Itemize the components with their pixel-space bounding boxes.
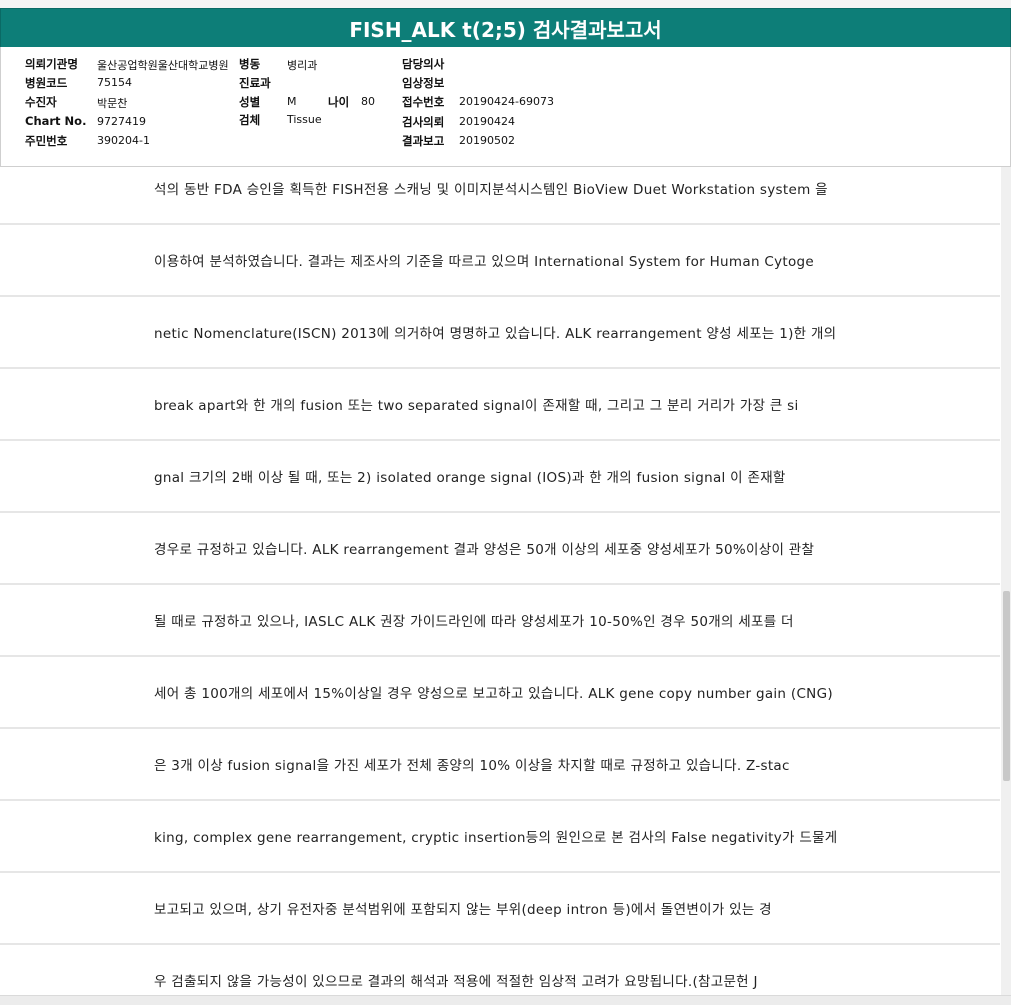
chart-no-value: 9727419 (97, 115, 146, 128)
specimen-value: Tissue (287, 113, 322, 126)
text-row: 이용하여 분석하였습니다. 결과는 제조사의 기준을 따르고 있으며 Inter… (0, 225, 1000, 297)
text-row: 은 3개 이상 fusion signal을 가진 세포가 전체 종양의 10%… (0, 729, 1000, 801)
text-line: 보고되고 있으며, 상기 유전자중 분석범위에 포함되지 않는 부위(deep … (154, 902, 772, 918)
text-line: 경우로 규정하고 있습니다. ALK rearrangement 결과 양성은 … (154, 542, 815, 558)
text-line: 석의 동반 FDA 승인을 획득한 FISH전용 스캐닝 및 이미지분석시스템인… (154, 182, 828, 198)
text-row: 세어 총 100개의 세포에서 15%이상일 경우 양성으로 보고하고 있습니다… (0, 657, 1000, 729)
text-line: 이용하여 분석하였습니다. 결과는 제조사의 기준을 따르고 있으며 Inter… (154, 254, 815, 270)
request-date-label: 검사의뢰 (402, 115, 445, 129)
accession-value: 20190424-69073 (459, 95, 554, 108)
sex-value: M (287, 95, 297, 108)
patient-label: 수진자 (25, 95, 57, 109)
report-title: FISH_ALK t(2;5) 검사결과보고서 (349, 17, 662, 42)
text-line: 우 검출되지 않을 가능성이 있으므로 결과의 해석과 적용에 적절한 임상적 … (154, 974, 758, 990)
vertical-scrollbar[interactable] (1001, 167, 1011, 995)
specimen-label: 검체 (239, 113, 261, 127)
department-label: 진료과 (239, 76, 271, 90)
clinical-info-label: 임상정보 (402, 76, 445, 90)
report-title-bar: FISH_ALK t(2;5) 검사결과보고서 (0, 8, 1011, 48)
patient-info-panel: 의뢰기관명 울산공업학원울산대학교병원 병동 병리과 담당의사 병원코드 751… (0, 47, 1011, 167)
resident-no-label: 주민번호 (25, 134, 68, 148)
text-row: 우 검출되지 않을 가능성이 있으므로 결과의 해석과 적용에 적절한 임상적 … (0, 945, 1000, 995)
patient-value: 박문찬 (97, 97, 128, 110)
text-row: gnal 크기의 2배 이상 될 때, 또는 2) isolated orang… (0, 441, 1000, 513)
text-row: netic Nomenclature(ISCN) 2013에 의거하여 명명하고… (0, 297, 1000, 369)
doctor-label: 담당의사 (402, 57, 445, 71)
text-row: 경우로 규정하고 있습니다. ALK rearrangement 결과 양성은 … (0, 513, 1000, 585)
sex-label: 성별 (239, 95, 261, 109)
ward-value: 병리과 (287, 59, 318, 72)
institution-value: 울산공업학원울산대학교병원 (97, 59, 229, 72)
text-line: 세어 총 100개의 세포에서 15%이상일 경우 양성으로 보고하고 있습니다… (154, 686, 833, 702)
text-line: netic Nomenclature(ISCN) 2013에 의거하여 명명하고… (154, 326, 837, 342)
resident-no-value: 390204-1 (97, 134, 150, 147)
report-date-value: 20190502 (459, 134, 515, 147)
text-row: 석의 동반 FDA 승인을 획득한 FISH전용 스캐닝 및 이미지분석시스템인… (0, 167, 1000, 225)
text-line: break apart와 한 개의 fusion 또는 two separate… (154, 398, 799, 414)
scrollbar-thumb[interactable] (1003, 591, 1010, 781)
hospital-code-label: 병원코드 (25, 76, 68, 90)
request-date-value: 20190424 (459, 115, 515, 128)
text-line: gnal 크기의 2배 이상 될 때, 또는 2) isolated orang… (154, 470, 786, 486)
age-value: 80 (361, 95, 375, 108)
text-row: 될 때로 규정하고 있으나, IASLC ALK 권장 가이드라인에 따라 양성… (0, 585, 1000, 657)
accession-label: 접수번호 (402, 95, 445, 109)
text-row: king, complex gene rearrangement, crypti… (0, 801, 1000, 873)
hospital-code-value: 75154 (97, 76, 132, 89)
text-row: 보고되고 있으며, 상기 유전자중 분석범위에 포함되지 않는 부위(deep … (0, 873, 1000, 945)
text-row: break apart와 한 개의 fusion 또는 two separate… (0, 369, 1000, 441)
chart-no-label: Chart No. (25, 114, 87, 128)
age-label: 나이 (328, 95, 350, 109)
report-date-label: 결과보고 (402, 134, 445, 148)
institution-label: 의뢰기관명 (25, 57, 78, 71)
text-line: 은 3개 이상 fusion signal을 가진 세포가 전체 종양의 10%… (154, 758, 790, 774)
text-line: 될 때로 규정하고 있으나, IASLC ALK 권장 가이드라인에 따라 양성… (154, 614, 794, 630)
report-text-area[interactable]: 석의 동반 FDA 승인을 획득한 FISH전용 스캐닝 및 이미지분석시스템인… (0, 167, 1000, 995)
ward-label: 병동 (239, 57, 261, 71)
text-line: king, complex gene rearrangement, crypti… (154, 830, 838, 846)
